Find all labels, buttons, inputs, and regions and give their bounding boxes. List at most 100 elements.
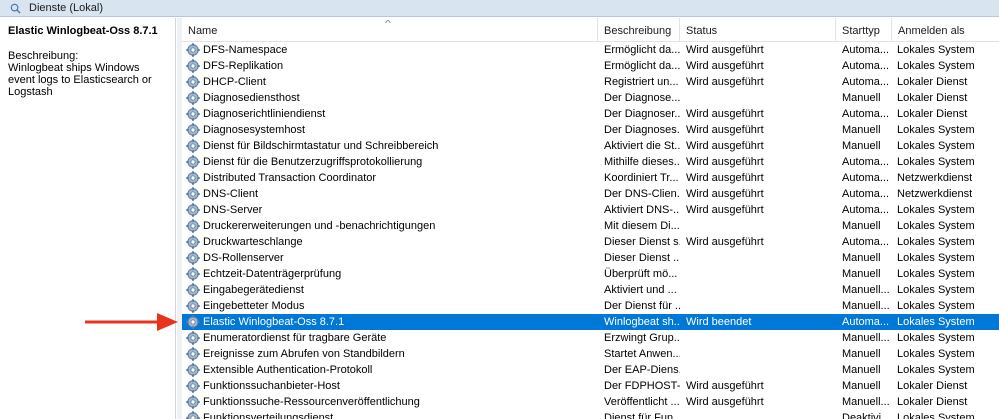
table-row-selected[interactable]: Elastic Winlogbeat-Oss 8.7.1 Winlogbeat s… <box>182 314 999 330</box>
window-titlebar: Dienste (Lokal) <box>0 0 999 17</box>
service-startup-type: Manuell <box>842 92 881 104</box>
service-startup-type: Manuell <box>842 252 881 264</box>
service-description: Dienst für Fun... <box>604 412 680 419</box>
service-startup-type: Manuell <box>842 140 881 152</box>
service-logon: Lokales System <box>897 412 975 419</box>
service-startup-type: Manuell <box>842 364 881 376</box>
table-row[interactable]: DHCP-Client Registriert un... Wird ausgefü… <box>182 74 999 90</box>
service-name-cell: Ereignisse zum Abrufen von Standbildern <box>186 346 596 362</box>
table-row[interactable]: DNS-Server Aktiviert DNS-... Wird ausgefüh… <box>182 202 999 218</box>
service-logon: Lokaler Dienst <box>897 108 968 120</box>
table-row[interactable]: Enumeratordienst für tragbare Geräte Erzw… <box>182 330 999 346</box>
gear-icon <box>186 123 200 137</box>
selected-service-name: Elastic Winlogbeat-Oss 8.7.1 <box>8 25 158 37</box>
service-status: Wird ausgeführt <box>686 44 764 56</box>
service-startup-type: Automa... <box>842 108 890 120</box>
column-header-status[interactable]: Status <box>680 18 836 42</box>
table-row[interactable]: Diagnosediensthost Der Diagnose... Manuell… <box>182 90 999 106</box>
table-row[interactable]: Distributed Transaction Coordinator Koord… <box>182 170 999 186</box>
service-name-cell: Distributed Transaction Coordinator <box>186 170 596 186</box>
gear-icon <box>186 91 200 105</box>
table-row[interactable]: DFS-Replikation Ermöglicht da... Wird ausg… <box>182 58 999 74</box>
table-row[interactable]: Extensible Authentication-Protokoll Der E… <box>182 362 999 378</box>
service-name: Diagnosediensthost <box>203 92 300 104</box>
gear-icon <box>186 299 200 313</box>
service-description: Koordiniert Tr... <box>604 172 679 184</box>
service-description: Erzwingt Grup... <box>604 332 680 344</box>
service-description: Der Diagnose... <box>604 92 680 104</box>
service-startup-type: Manuell... <box>842 332 890 344</box>
service-logon: Lokales System <box>897 124 975 136</box>
service-status: Wird ausgeführt <box>686 396 764 408</box>
service-name: DS-Rollenserver <box>203 252 284 264</box>
table-row[interactable]: Diagnoserichtliniendienst Der Diagnoser..… <box>182 106 999 122</box>
table-row[interactable]: Druckererweiterungen und -benachrichtigu… <box>182 218 999 234</box>
service-status: Wird ausgeführt <box>686 124 764 136</box>
table-row[interactable]: DFS-Namespace Ermöglicht da... Wird ausgef… <box>182 42 999 58</box>
service-status: Wird ausgeführt <box>686 380 764 392</box>
service-status: Wird ausgeführt <box>686 60 764 72</box>
table-row[interactable]: Funktionsverteilungsdienst Dienst für Fun… <box>182 410 999 419</box>
table-row[interactable]: Ereignisse zum Abrufen von Standbildern S… <box>182 346 999 362</box>
service-name: Distributed Transaction Coordinator <box>203 172 377 184</box>
table-row[interactable]: DNS-Client Der DNS-Clien... Wird ausgeführ… <box>182 186 999 202</box>
service-description: Überprüft mö... <box>604 268 678 280</box>
service-name-cell: Diagnoserichtliniendienst <box>186 106 596 122</box>
service-name: DFS-Namespace <box>203 44 288 56</box>
table-row[interactable]: Dienst für Bildschirmtastatur und Schrei… <box>182 138 999 154</box>
table-row[interactable]: Funktionssuchanbieter-Host Der FDPHOST-..… <box>182 378 999 394</box>
table-row[interactable]: Funktionssuche-Ressourcenveröffentlichun… <box>182 394 999 410</box>
window-title: Dienste (Lokal) <box>29 2 103 14</box>
service-description: Mit diesem Di... <box>604 220 680 232</box>
table-row[interactable]: Diagnosesystemhost Der Diagnoses... Wird a… <box>182 122 999 138</box>
gear-icon <box>186 395 200 409</box>
service-status: Wird ausgeführt <box>686 188 764 200</box>
column-header-description-label: Beschreibung <box>604 25 672 37</box>
service-name-cell: Druckwarteschlange <box>186 234 596 250</box>
table-row[interactable]: Echtzeit-Datenträgerprüfung Überprüft mö.… <box>182 266 999 282</box>
service-description: Der Diagnoser... <box>604 108 680 120</box>
table-row[interactable]: Dienst für die Benutzerzugriffsprotokoll… <box>182 154 999 170</box>
service-startup-type: Automa... <box>842 188 890 200</box>
gear-icon <box>186 379 200 393</box>
service-description: Der EAP-Diens... <box>604 364 680 376</box>
service-name-cell: Funktionssuche-Ressourcenveröffentlichun… <box>186 394 596 410</box>
column-header-startup-type[interactable]: Starttyp <box>836 18 892 42</box>
service-name-cell: Dienst für die Benutzerzugriffsprotokoll… <box>186 154 596 170</box>
service-name: Diagnoserichtliniendienst <box>203 108 326 120</box>
table-row[interactable]: Eingebetteter Modus Der Dienst für ... Man… <box>182 298 999 314</box>
table-row[interactable]: DS-Rollenserver Dieser Dienst ... Manuell L… <box>182 250 999 266</box>
service-logon: Lokales System <box>897 364 975 376</box>
service-startup-type: Automa... <box>842 156 890 168</box>
extended-view-pane: Elastic Winlogbeat-Oss 8.7.1 Beschreibun… <box>0 18 176 419</box>
sort-ascending-icon: ^ <box>384 19 391 28</box>
service-name-cell: Funktionssuchanbieter-Host <box>186 378 596 394</box>
service-startup-type: Manuell... <box>842 300 890 312</box>
service-startup-type: Automa... <box>842 60 890 72</box>
service-rows: DFS-Namespace Ermöglicht da... Wird ausgef… <box>182 42 999 419</box>
service-status <box>686 218 836 234</box>
table-row[interactable]: Druckwarteschlange Dieser Dienst s... Wird… <box>182 234 999 250</box>
table-row[interactable]: Eingabegerätedienst Aktiviert und ... Manu… <box>182 282 999 298</box>
service-status <box>686 346 836 362</box>
service-description: Veröffentlicht ... <box>604 396 680 408</box>
service-startup-type: Automa... <box>842 236 890 248</box>
service-startup-type: Automa... <box>842 204 890 216</box>
service-status <box>686 410 836 419</box>
column-header-logon[interactable]: Anmelden als <box>892 18 999 42</box>
gear-icon <box>186 155 200 169</box>
service-name-cell: Eingebetteter Modus <box>186 298 596 314</box>
service-name: Diagnosesystemhost <box>203 124 306 136</box>
column-header-name-label: Name <box>188 25 218 37</box>
service-name-cell: Elastic Winlogbeat-Oss 8.7.1 <box>186 314 596 330</box>
service-logon: Lokaler Dienst <box>897 396 968 408</box>
column-header-description[interactable]: Beschreibung <box>598 18 680 42</box>
service-name: Funktionsverteilungsdienst <box>203 412 334 419</box>
service-logon: Lokaler Dienst <box>897 380 968 392</box>
gear-icon <box>186 59 200 73</box>
gear-icon <box>186 347 200 361</box>
service-logon: Lokales System <box>897 140 975 152</box>
service-startup-type: Manuell <box>842 380 881 392</box>
gear-icon <box>186 411 200 419</box>
gear-icon <box>186 171 200 185</box>
